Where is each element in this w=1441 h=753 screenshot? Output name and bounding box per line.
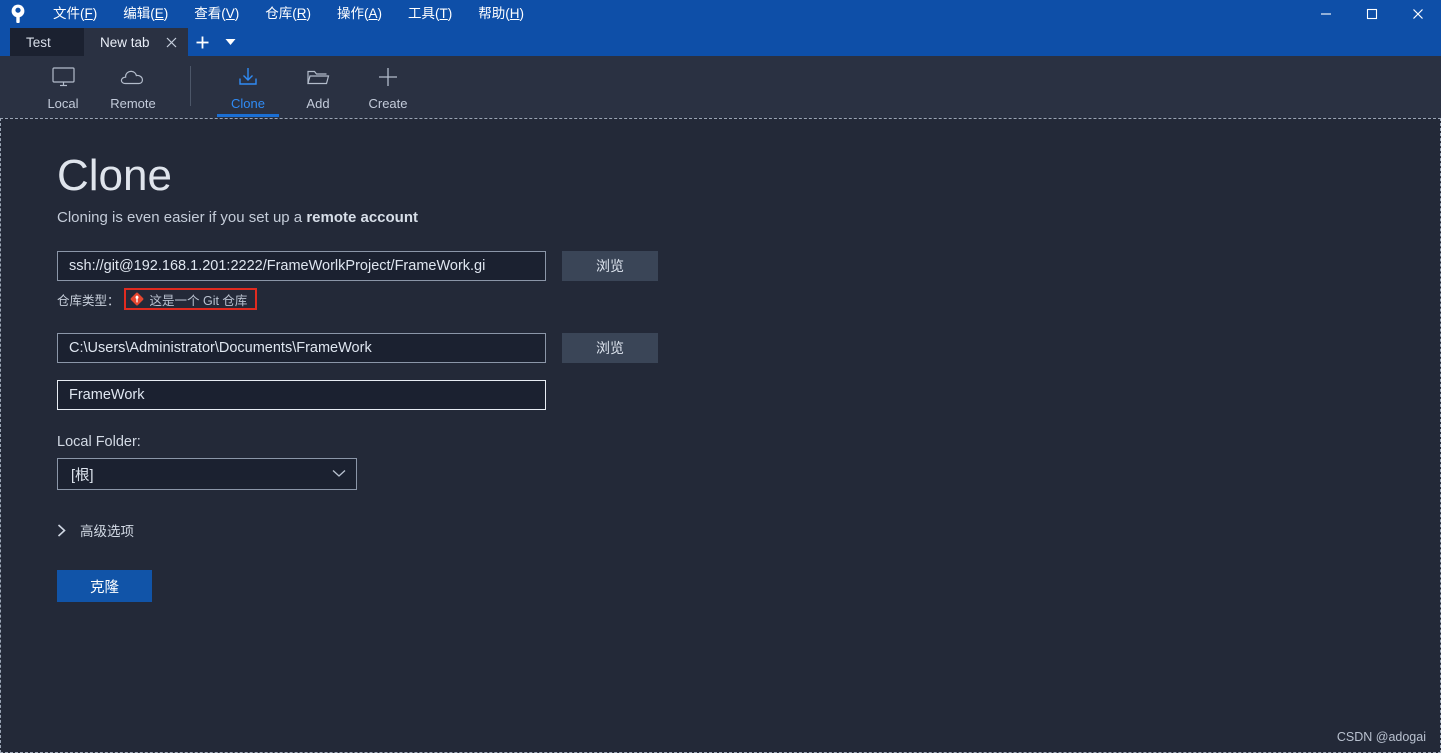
menu-item-file[interactable]: 文件(F) xyxy=(40,0,110,28)
toolbar-item-create[interactable]: Create xyxy=(353,56,423,118)
toolbar-item-add-label: Add xyxy=(306,96,330,111)
menu-item-actions[interactable]: 操作(A) xyxy=(324,0,395,28)
tab-new-tab-label: New tab xyxy=(100,34,150,50)
menu-item-view[interactable]: 查看(V) xyxy=(181,0,252,28)
chevron-down-icon xyxy=(332,466,346,482)
git-diamond-icon xyxy=(130,292,144,306)
tab-test[interactable]: Test xyxy=(10,28,84,56)
repository-type-value: 这是一个 Git 仓库 xyxy=(149,293,248,308)
close-icon xyxy=(1413,9,1423,19)
maximize-icon xyxy=(1366,8,1378,20)
close-button[interactable] xyxy=(1395,0,1441,28)
destination-path-input[interactable]: C:\Users\Administrator\Documents\FrameWo… xyxy=(57,333,546,363)
application-window: 文件(F) 编辑(E) 查看(V) 仓库(R) 操作(A) 工具(T) 帮助(H… xyxy=(0,0,1441,753)
tab-test-label: Test xyxy=(26,34,51,50)
main-toolbar: Local Remote Clone Add Create xyxy=(0,56,1441,118)
window-controls xyxy=(1303,0,1441,28)
browse-destination-button[interactable]: 浏览 xyxy=(562,333,658,363)
monitor-icon xyxy=(51,64,76,90)
browse-source-button[interactable]: 浏览 xyxy=(562,251,658,281)
toolbar-item-add[interactable]: Add xyxy=(283,56,353,118)
watermark: CSDN @adogai xyxy=(1336,730,1426,744)
chevron-down-icon xyxy=(225,39,236,45)
plus-icon xyxy=(196,36,209,48)
menu-item-help[interactable]: 帮助(H) xyxy=(465,0,537,28)
repository-type-label: 仓库类型： xyxy=(57,293,120,308)
download-icon xyxy=(236,64,260,90)
menu-item-repository-label: 仓库(R) xyxy=(265,6,312,21)
minimize-icon xyxy=(1321,13,1331,15)
clone-submit-button[interactable]: 克隆 xyxy=(57,570,152,602)
page-title: Clone xyxy=(57,151,172,200)
title-bar: 文件(F) 编辑(E) 查看(V) 仓库(R) 操作(A) 工具(T) 帮助(H… xyxy=(0,0,1441,28)
toolbar-item-clone[interactable]: Clone xyxy=(213,56,283,118)
tab-close-icon[interactable] xyxy=(164,34,180,50)
destination-path-row: C:\Users\Administrator\Documents\FrameWo… xyxy=(57,333,658,363)
local-folder-select-value: [根] xyxy=(71,467,94,484)
menu-item-edit[interactable]: 编辑(E) xyxy=(110,0,181,28)
content-area: Clone Cloning is even easier if you set … xyxy=(0,118,1441,753)
menu-item-actions-label: 操作(A) xyxy=(337,6,383,21)
toolbar-item-local[interactable]: Local xyxy=(28,56,98,118)
clone-page: Clone Cloning is even easier if you set … xyxy=(57,151,658,602)
app-logo xyxy=(0,0,36,28)
advanced-options-label: 高级选项 xyxy=(80,524,134,539)
toolbar-item-clone-label: Clone xyxy=(231,96,265,111)
repo-name-input[interactable]: FrameWork xyxy=(57,380,546,410)
menu-item-file-label: 文件(F) xyxy=(53,6,98,21)
cloud-icon xyxy=(119,64,147,90)
page-subtitle-prefix: Cloning is even easier if you set up a xyxy=(57,209,307,226)
maximize-button[interactable] xyxy=(1349,0,1395,28)
page-subtitle: Cloning is even easier if you set up a r… xyxy=(57,209,658,226)
toolbar-item-remote[interactable]: Remote xyxy=(98,56,168,118)
menu-item-edit-label: 编辑(E) xyxy=(123,6,169,21)
repository-type-row: 仓库类型： 这是一个 Git 仓库 xyxy=(57,288,658,310)
sourcetree-logo-icon xyxy=(11,4,25,23)
advanced-options-toggle[interactable]: 高级选项 xyxy=(57,520,658,540)
toolbar-item-remote-label: Remote xyxy=(110,96,156,111)
new-tab-button[interactable] xyxy=(188,28,218,56)
menu-item-help-label: 帮助(H) xyxy=(478,6,525,21)
menu-item-tools[interactable]: 工具(T) xyxy=(395,0,465,28)
tab-list-dropdown-button[interactable] xyxy=(218,28,244,56)
close-icon xyxy=(166,37,177,47)
folder-icon xyxy=(305,64,331,90)
source-url-input[interactable]: ssh://git@192.168.1.201:2222/FrameWorlkP… xyxy=(57,251,546,281)
minimize-button[interactable] xyxy=(1303,0,1349,28)
menu-item-tools-label: 工具(T) xyxy=(408,6,453,21)
toolbar-item-local-label: Local xyxy=(47,96,79,111)
source-url-row: ssh://git@192.168.1.201:2222/FrameWorlkP… xyxy=(57,251,658,281)
tab-bar: Test New tab xyxy=(0,28,1441,56)
local-folder-select[interactable]: [根] xyxy=(57,458,357,490)
toolbar-item-create-label: Create xyxy=(368,96,408,111)
chevron-right-icon xyxy=(57,523,66,537)
menu-item-view-label: 查看(V) xyxy=(194,6,240,21)
repo-name-row: FrameWork xyxy=(57,380,658,410)
menu-item-repository[interactable]: 仓库(R) xyxy=(252,0,324,28)
local-folder-label: Local Folder: xyxy=(57,434,141,450)
toolbar-separator xyxy=(190,66,191,106)
plus-icon xyxy=(377,64,399,90)
repository-type-badge: 这是一个 Git 仓库 xyxy=(123,288,258,310)
toolbar-active-indicator xyxy=(217,114,279,117)
remote-account-link[interactable]: remote account xyxy=(306,209,418,226)
menu-bar: 文件(F) 编辑(E) 查看(V) 仓库(R) 操作(A) 工具(T) 帮助(H… xyxy=(40,0,537,28)
tab-new-tab[interactable]: New tab xyxy=(84,28,188,56)
